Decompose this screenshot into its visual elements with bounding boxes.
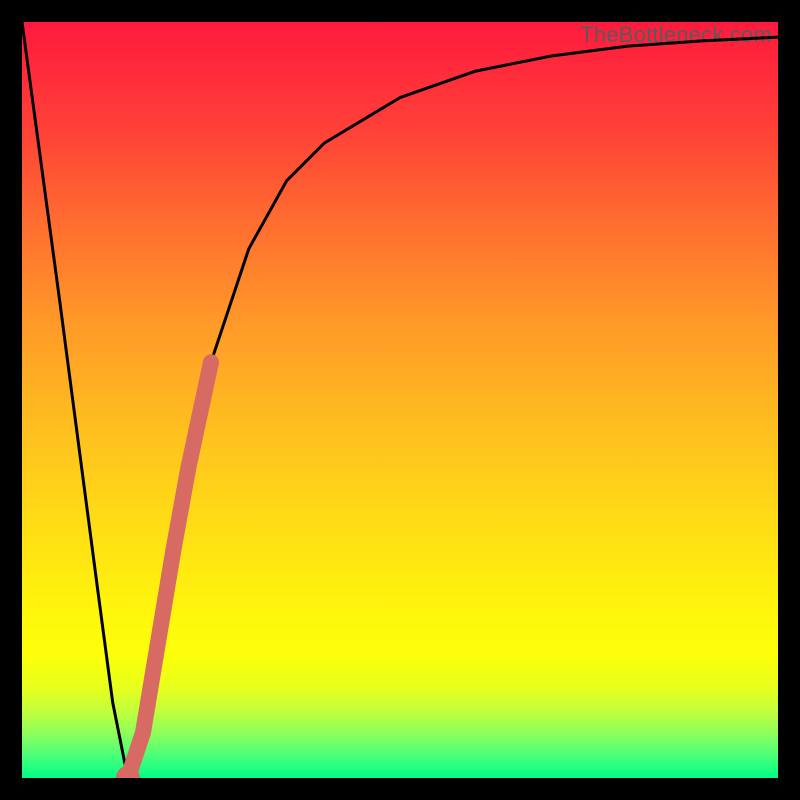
bottleneck-curve [22, 22, 778, 778]
outer-frame: TheBottleneck.com [0, 0, 800, 800]
curve-path [22, 22, 778, 778]
chart-svg [22, 22, 778, 778]
plot-area: TheBottleneck.com [22, 22, 778, 778]
highlight-segment [128, 362, 211, 778]
